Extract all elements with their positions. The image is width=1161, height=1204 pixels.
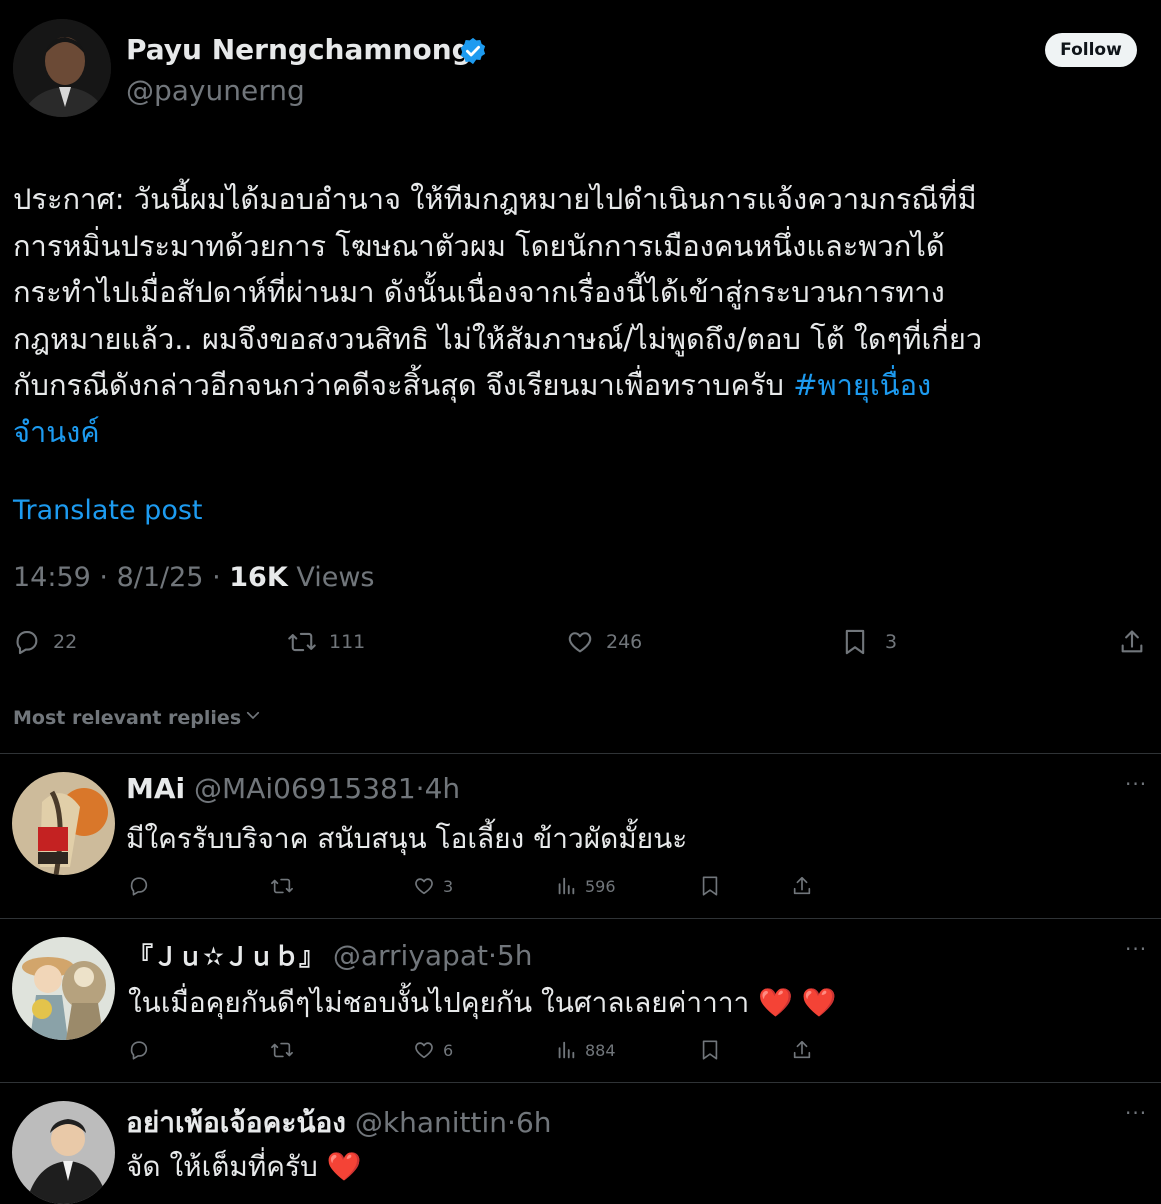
- more-icon[interactable]: ···: [1125, 1101, 1147, 1125]
- reply-text: มีใครรับบริจาค สนับสนุน โอเลี้ยง ข้าวผัด…: [126, 822, 688, 855]
- bookmark-icon: [700, 1039, 720, 1061]
- reply-avatar[interactable]: [12, 772, 115, 875]
- views-count: 884: [585, 1040, 616, 1060]
- repost-icon: [270, 1039, 294, 1061]
- share-icon: [791, 1039, 813, 1061]
- bookmark-button[interactable]: [700, 875, 720, 897]
- more-icon[interactable]: ···: [1125, 772, 1147, 796]
- reply-icon: [128, 1039, 150, 1061]
- post-date[interactable]: 8/1/25: [117, 562, 204, 593]
- hashtag-link-continued[interactable]: จำนงค์: [13, 409, 1153, 456]
- reply-icon: [128, 875, 150, 897]
- reply-time[interactable]: 4h: [425, 772, 461, 805]
- reply-author-name[interactable]: 『Ｊｕ✫Ｊｕｂ』: [128, 942, 324, 971]
- views-count: 596: [585, 876, 616, 896]
- views-button[interactable]: 596: [555, 875, 616, 897]
- reply-header: อย่าเพ้อเจ้อคะน้อง @khanittin·6h: [126, 1101, 552, 1145]
- like-icon: [413, 1039, 435, 1061]
- reply-author-handle[interactable]: @khanittin: [355, 1106, 507, 1139]
- bookmark-button[interactable]: [700, 1039, 720, 1061]
- post-text-line: กับกรณีดังกล่าวอีกจนกว่าคดีจะสิ้นสุด จึง…: [13, 362, 1153, 409]
- bookmark-icon: [843, 628, 867, 656]
- post-meta: 14:59 · 8/1/25 · 16K Views: [13, 562, 374, 593]
- reply-header: 『Ｊｕ✫Ｊｕｂ』 @arriyapat·5h: [128, 937, 532, 973]
- like-button[interactable]: 246: [566, 628, 642, 656]
- reply-time[interactable]: 5h: [497, 939, 533, 972]
- bookmark-button[interactable]: 3: [843, 628, 897, 656]
- meta-separator: ·: [415, 772, 425, 805]
- post-text-line: กฎหมายแล้ว.. ผมจึงขอสงวนสิทธิ ไม่ให้สัมภ…: [13, 321, 983, 356]
- repost-button[interactable]: [270, 1039, 294, 1061]
- replies-sort-label: Most relevant replies: [13, 706, 242, 729]
- reply-text: ในเมื่อคุยกันดีๆไม่ชอบงั้นไปคุยกัน ในศาล…: [128, 986, 837, 1019]
- reply-avatar[interactable]: [12, 937, 115, 1040]
- views-icon: [555, 875, 577, 897]
- replies-sort-dropdown[interactable]: Most relevant replies: [13, 706, 262, 729]
- chevron-down-icon: [244, 706, 262, 729]
- views-button[interactable]: 884: [555, 1039, 616, 1061]
- reply-author-name[interactable]: อย่าเพ้อเจ้อคะน้อง: [126, 1106, 346, 1139]
- post-text-line: ประกาศ: วันนี้ผมได้มอบอำนาจ ให้ทีมกฎหมาย…: [13, 182, 977, 216]
- like-button[interactable]: 6: [413, 1039, 453, 1061]
- reply-author-handle[interactable]: @MAi06915381: [194, 772, 416, 805]
- meta-separator: ·: [212, 562, 230, 593]
- post-text: ประกาศ: วันนี้ผมได้มอบอำนาจ ให้ทีมกฎหมาย…: [13, 176, 1153, 455]
- views-icon: [555, 1039, 577, 1061]
- post-text-segment: กับกรณีดังกล่าวอีกจนกว่าคดีจะสิ้นสุด จึง…: [13, 368, 794, 402]
- reply-avatar[interactable]: [12, 1101, 115, 1204]
- reply-author-name[interactable]: MAi: [126, 772, 185, 805]
- reply-author-handle[interactable]: @arriyapat: [333, 939, 488, 972]
- hashtag-link[interactable]: #พายุเนื่อง: [793, 368, 931, 402]
- reply-text: จัด ให้เต็มที่ครับ ❤️: [126, 1150, 362, 1183]
- repost-button[interactable]: [270, 875, 294, 897]
- post-time[interactable]: 14:59: [13, 562, 91, 593]
- meta-separator: ·: [487, 939, 497, 972]
- bookmark-icon: [700, 875, 720, 897]
- verified-badge-icon: [458, 36, 488, 70]
- views-label: Views: [296, 562, 375, 593]
- repost-icon: [287, 628, 317, 656]
- reply-button[interactable]: [128, 1039, 150, 1061]
- repost-button[interactable]: 111: [287, 628, 365, 656]
- like-count: 246: [606, 631, 643, 653]
- share-button[interactable]: [791, 1039, 813, 1061]
- author-name[interactable]: Payu Nerngchamnong: [126, 33, 472, 66]
- meta-separator: ·: [507, 1106, 516, 1139]
- repost-count: 111: [329, 631, 366, 653]
- repost-icon: [270, 875, 294, 897]
- views-count: 16K: [229, 562, 288, 593]
- like-icon: [566, 628, 594, 656]
- author-handle[interactable]: @payunerng: [126, 74, 305, 107]
- meta-separator: ·: [99, 562, 117, 593]
- follow-button[interactable]: Follow: [1045, 33, 1137, 67]
- divider: [0, 1082, 1161, 1083]
- share-icon: [1118, 628, 1146, 656]
- like-button[interactable]: 3: [413, 875, 453, 897]
- share-button[interactable]: [791, 875, 813, 897]
- post-text-line: การหมิ่นประมาทด้วยการ โฆษณาตัวผม โดยนักก…: [13, 228, 945, 263]
- bookmark-count: 3: [885, 631, 898, 653]
- more-icon[interactable]: ···: [1125, 937, 1147, 961]
- share-icon: [791, 875, 813, 897]
- reply-button[interactable]: 22: [13, 628, 77, 656]
- reply-time[interactable]: 6h: [516, 1106, 552, 1139]
- like-count: 6: [443, 1040, 454, 1060]
- reply-count: 22: [53, 631, 78, 653]
- author-avatar[interactable]: [13, 19, 111, 117]
- share-button[interactable]: [1118, 628, 1146, 656]
- divider: [0, 753, 1161, 754]
- like-count: 3: [443, 876, 454, 896]
- translate-post-link[interactable]: Translate post: [13, 495, 203, 526]
- divider: [0, 918, 1161, 919]
- post-text-line: กระทำไปเมื่อสัปดาห์ที่ผ่านมา ดังนั้นเนื่…: [13, 275, 945, 309]
- reply-icon: [13, 628, 41, 656]
- reply-button[interactable]: [128, 875, 150, 897]
- reply-header: MAi @MAi06915381·4h: [126, 772, 460, 805]
- like-icon: [413, 875, 435, 897]
